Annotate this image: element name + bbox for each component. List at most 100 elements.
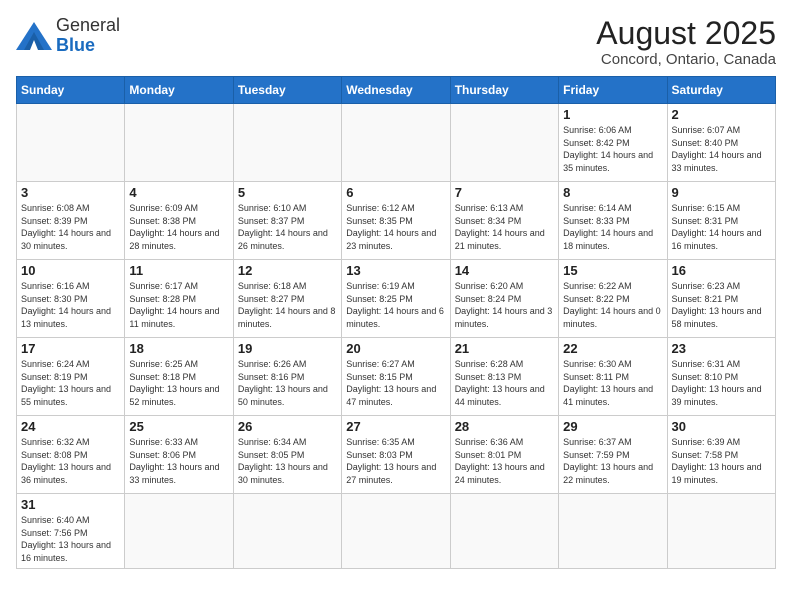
logo-text: GeneralBlue xyxy=(56,16,120,56)
calendar-day-cell: 25 Sunrise: 6:33 AM Sunset: 8:06 PM Dayli… xyxy=(125,416,233,494)
calendar-day-cell: 2 Sunrise: 6:07 AM Sunset: 8:40 PM Daylig… xyxy=(667,104,775,182)
day-number: 27 xyxy=(346,419,445,434)
day-sun-info: Sunrise: 6:15 AM Sunset: 8:31 PM Dayligh… xyxy=(672,202,771,252)
day-sun-info: Sunrise: 6:36 AM Sunset: 8:01 PM Dayligh… xyxy=(455,436,554,486)
day-number: 9 xyxy=(672,185,771,200)
day-number: 3 xyxy=(21,185,120,200)
calendar-day-cell: 28 Sunrise: 6:36 AM Sunset: 8:01 PM Dayli… xyxy=(450,416,558,494)
calendar-day-cell: 14Sunrise: 6:20 AM Sunset: 8:24 PM Dayli… xyxy=(450,260,558,338)
day-number: 16 xyxy=(672,263,771,278)
calendar-day-cell: 9 Sunrise: 6:15 AM Sunset: 8:31 PM Daylig… xyxy=(667,182,775,260)
day-number: 17 xyxy=(21,341,120,356)
day-sun-info: Sunrise: 6:32 AM Sunset: 8:08 PM Dayligh… xyxy=(21,436,120,486)
calendar-week-row: 1Sunrise: 6:06 AM Sunset: 8:42 PM Daylig… xyxy=(17,104,776,182)
calendar-day-cell: 5 Sunrise: 6:10 AM Sunset: 8:37 PM Daylig… xyxy=(233,182,341,260)
calendar-day-cell xyxy=(17,104,125,182)
calendar-day-cell: 18Sunrise: 6:25 AM Sunset: 8:18 PM Dayli… xyxy=(125,338,233,416)
day-sun-info: Sunrise: 6:27 AM Sunset: 8:15 PM Dayligh… xyxy=(346,358,445,408)
day-sun-info: Sunrise: 6:22 AM Sunset: 8:22 PM Dayligh… xyxy=(563,280,662,330)
day-sun-info: Sunrise: 6:10 AM Sunset: 8:37 PM Dayligh… xyxy=(238,202,337,252)
calendar-day-cell: 29 Sunrise: 6:37 AM Sunset: 7:59 PM Dayli… xyxy=(559,416,667,494)
day-sun-info: Sunrise: 6:30 AM Sunset: 8:11 PM Dayligh… xyxy=(563,358,662,408)
calendar-day-cell: 6Sunrise: 6:12 AM Sunset: 8:35 PM Daylig… xyxy=(342,182,450,260)
day-number: 19 xyxy=(238,341,337,356)
day-sun-info: Sunrise: 6:25 AM Sunset: 8:18 PM Dayligh… xyxy=(129,358,228,408)
calendar-day-cell xyxy=(559,494,667,568)
day-sun-info: Sunrise: 6:06 AM Sunset: 8:42 PM Dayligh… xyxy=(563,124,662,174)
month-year-title: August 2025 xyxy=(596,16,776,51)
calendar-week-row: 17Sunrise: 6:24 AM Sunset: 8:19 PM Dayli… xyxy=(17,338,776,416)
day-number: 21 xyxy=(455,341,554,356)
day-number: 10 xyxy=(21,263,120,278)
calendar-day-cell: 24 Sunrise: 6:32 AM Sunset: 8:08 PM Dayli… xyxy=(17,416,125,494)
day-number: 31 xyxy=(21,497,120,512)
day-number: 28 xyxy=(455,419,554,434)
calendar-day-cell: 26 Sunrise: 6:34 AM Sunset: 8:05 PM Dayli… xyxy=(233,416,341,494)
calendar-day-cell: 4 Sunrise: 6:09 AM Sunset: 8:38 PM Daylig… xyxy=(125,182,233,260)
day-number: 25 xyxy=(129,419,228,434)
day-number: 24 xyxy=(21,419,120,434)
calendar-week-row: 3 Sunrise: 6:08 AM Sunset: 8:39 PM Daylig… xyxy=(17,182,776,260)
day-sun-info: Sunrise: 6:13 AM Sunset: 8:34 PM Dayligh… xyxy=(455,202,554,252)
day-number: 15 xyxy=(563,263,662,278)
day-number: 12 xyxy=(238,263,337,278)
day-sun-info: Sunrise: 6:28 AM Sunset: 8:13 PM Dayligh… xyxy=(455,358,554,408)
day-number: 2 xyxy=(672,107,771,122)
logo: GeneralBlue xyxy=(16,16,120,56)
day-sun-info: Sunrise: 6:37 AM Sunset: 7:59 PM Dayligh… xyxy=(563,436,662,486)
day-number: 29 xyxy=(563,419,662,434)
calendar-day-cell xyxy=(233,494,341,568)
day-sun-info: Sunrise: 6:19 AM Sunset: 8:25 PM Dayligh… xyxy=(346,280,445,330)
calendar-day-cell: 16 Sunrise: 6:23 AM Sunset: 8:21 PM Dayli… xyxy=(667,260,775,338)
calendar-day-cell: 21 Sunrise: 6:28 AM Sunset: 8:13 PM Dayli… xyxy=(450,338,558,416)
calendar-day-cell xyxy=(667,494,775,568)
day-number: 7 xyxy=(455,185,554,200)
calendar-day-cell xyxy=(125,104,233,182)
weekday-header: Thursday xyxy=(450,77,558,104)
day-sun-info: Sunrise: 6:16 AM Sunset: 8:30 PM Dayligh… xyxy=(21,280,120,330)
calendar-day-cell xyxy=(342,104,450,182)
day-sun-info: Sunrise: 6:07 AM Sunset: 8:40 PM Dayligh… xyxy=(672,124,771,174)
day-sun-info: Sunrise: 6:17 AM Sunset: 8:28 PM Dayligh… xyxy=(129,280,228,330)
day-number: 22 xyxy=(563,341,662,356)
day-sun-info: Sunrise: 6:23 AM Sunset: 8:21 PM Dayligh… xyxy=(672,280,771,330)
day-number: 6 xyxy=(346,185,445,200)
calendar-day-cell: 3 Sunrise: 6:08 AM Sunset: 8:39 PM Daylig… xyxy=(17,182,125,260)
calendar-day-cell: 22 Sunrise: 6:30 AM Sunset: 8:11 PM Dayli… xyxy=(559,338,667,416)
day-sun-info: Sunrise: 6:09 AM Sunset: 8:38 PM Dayligh… xyxy=(129,202,228,252)
calendar-day-cell: 12Sunrise: 6:18 AM Sunset: 8:27 PM Dayli… xyxy=(233,260,341,338)
calendar-day-cell: 17Sunrise: 6:24 AM Sunset: 8:19 PM Dayli… xyxy=(17,338,125,416)
day-sun-info: Sunrise: 6:08 AM Sunset: 8:39 PM Dayligh… xyxy=(21,202,120,252)
day-sun-info: Sunrise: 6:34 AM Sunset: 8:05 PM Dayligh… xyxy=(238,436,337,486)
day-number: 26 xyxy=(238,419,337,434)
calendar-week-row: 24 Sunrise: 6:32 AM Sunset: 8:08 PM Dayli… xyxy=(17,416,776,494)
day-sun-info: Sunrise: 6:31 AM Sunset: 8:10 PM Dayligh… xyxy=(672,358,771,408)
calendar-day-cell: 1Sunrise: 6:06 AM Sunset: 8:42 PM Daylig… xyxy=(559,104,667,182)
calendar-day-cell xyxy=(450,104,558,182)
calendar-day-cell: 8 Sunrise: 6:14 AM Sunset: 8:33 PM Daylig… xyxy=(559,182,667,260)
calendar-day-cell: 7 Sunrise: 6:13 AM Sunset: 8:34 PM Daylig… xyxy=(450,182,558,260)
day-number: 4 xyxy=(129,185,228,200)
weekday-header-row: SundayMondayTuesdayWednesdayThursdayFrid… xyxy=(17,77,776,104)
calendar-day-cell xyxy=(450,494,558,568)
day-number: 8 xyxy=(563,185,662,200)
day-sun-info: Sunrise: 6:26 AM Sunset: 8:16 PM Dayligh… xyxy=(238,358,337,408)
weekday-header: Monday xyxy=(125,77,233,104)
calendar-day-cell xyxy=(342,494,450,568)
day-sun-info: Sunrise: 6:14 AM Sunset: 8:33 PM Dayligh… xyxy=(563,202,662,252)
day-number: 5 xyxy=(238,185,337,200)
calendar-day-cell: 27Sunrise: 6:35 AM Sunset: 8:03 PM Dayli… xyxy=(342,416,450,494)
generalblue-logo-icon xyxy=(16,22,52,50)
calendar-day-cell: 11Sunrise: 6:17 AM Sunset: 8:28 PM Dayli… xyxy=(125,260,233,338)
calendar-table: SundayMondayTuesdayWednesdayThursdayFrid… xyxy=(16,76,776,568)
calendar-day-cell: 13 Sunrise: 6:19 AM Sunset: 8:25 PM Dayli… xyxy=(342,260,450,338)
day-number: 13 xyxy=(346,263,445,278)
day-sun-info: Sunrise: 6:33 AM Sunset: 8:06 PM Dayligh… xyxy=(129,436,228,486)
page-header: GeneralBlue August 2025 Concord, Ontario… xyxy=(16,16,776,68)
calendar-day-cell xyxy=(233,104,341,182)
day-number: 23 xyxy=(672,341,771,356)
calendar-week-row: 10 Sunrise: 6:16 AM Sunset: 8:30 PM Dayli… xyxy=(17,260,776,338)
title-area: August 2025 Concord, Ontario, Canada xyxy=(596,16,776,68)
calendar-day-cell xyxy=(125,494,233,568)
calendar-day-cell: 23 Sunrise: 6:31 AM Sunset: 8:10 PM Dayli… xyxy=(667,338,775,416)
